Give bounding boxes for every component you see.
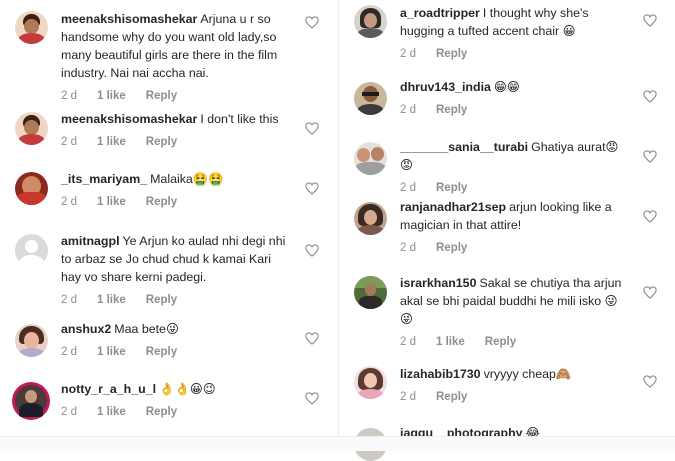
- heart-outline-icon[interactable]: [305, 16, 319, 29]
- heart-outline-icon[interactable]: [643, 14, 657, 27]
- comment-username[interactable]: _______sania__turabi: [400, 140, 528, 154]
- reply-button[interactable]: Reply: [146, 133, 177, 151]
- like-count[interactable]: 1 like: [97, 87, 126, 105]
- heart-outline-icon[interactable]: [305, 392, 319, 405]
- comment-meta: 2 d Reply: [400, 388, 630, 406]
- avatar[interactable]: [354, 142, 387, 175]
- bottom-bar: [0, 436, 675, 451]
- reply-button[interactable]: Reply: [146, 403, 177, 421]
- comments-column-left: meenakshisomashekar Arjuna u r so handsom…: [0, 0, 338, 450]
- comment-username[interactable]: ranjanadhar21sep: [400, 200, 506, 214]
- comment-username[interactable]: notty_r_a_h_u_l: [61, 382, 156, 396]
- like-count[interactable]: 1 like: [97, 133, 126, 151]
- avatar[interactable]: [354, 202, 387, 235]
- comment-meta: 2 d Reply: [400, 239, 630, 257]
- reply-button[interactable]: Reply: [146, 193, 177, 211]
- comment-meta: 2 d 1 like Reply: [61, 343, 292, 361]
- comment-username[interactable]: dhruv143_india: [400, 80, 491, 94]
- avatar[interactable]: [15, 172, 48, 205]
- comment-meta: 2 d Reply: [400, 101, 630, 119]
- comment-text: vryyyy cheap🙈: [483, 367, 572, 381]
- reply-button[interactable]: Reply: [436, 45, 467, 63]
- comment-meta: 2 d 1 like Reply: [61, 291, 292, 309]
- comment-text: 😁😁: [493, 80, 520, 94]
- comments-column-right: a_roadtripper I thought why she's hugging…: [338, 0, 675, 461]
- heart-outline-icon[interactable]: [305, 122, 319, 135]
- comment-meta: 2 d 1 like Reply: [400, 333, 630, 351]
- avatar[interactable]: [354, 82, 387, 115]
- comment-time: 2 d: [61, 294, 77, 306]
- reply-button[interactable]: Reply: [146, 87, 177, 105]
- comment-meta: 2 d Reply: [400, 45, 630, 63]
- comment-time: 2 d: [400, 48, 416, 60]
- comment-username[interactable]: _its_mariyam_: [61, 172, 147, 186]
- comment-username[interactable]: a_roadtripper: [400, 6, 480, 20]
- comment-text: 👌👌😀😉: [159, 382, 216, 396]
- comment-time: 2 d: [61, 90, 77, 102]
- avatar[interactable]: [15, 11, 48, 44]
- reply-button[interactable]: Reply: [485, 333, 516, 351]
- heart-outline-icon[interactable]: [643, 375, 657, 388]
- comment-time: 2 d: [61, 406, 77, 418]
- avatar[interactable]: [354, 366, 387, 399]
- avatar[interactable]: [354, 276, 387, 309]
- comment-time: 2 d: [61, 346, 77, 358]
- comment-time: 2 d: [400, 336, 416, 348]
- comment-time: 2 d: [61, 196, 77, 208]
- comment-meta: 2 d 1 like Reply: [61, 133, 292, 151]
- reply-button[interactable]: Reply: [436, 101, 467, 119]
- reply-button[interactable]: Reply: [436, 179, 467, 197]
- comment-username[interactable]: lizahabib1730: [400, 367, 481, 381]
- comment-username[interactable]: israrkhan150: [400, 276, 476, 290]
- heart-outline-icon[interactable]: [305, 332, 319, 345]
- reply-button[interactable]: Reply: [436, 239, 467, 257]
- comment-text: I don't like this: [200, 112, 279, 126]
- comment-meta: 2 d Reply: [400, 179, 630, 197]
- avatar[interactable]: [354, 5, 387, 38]
- heart-outline-icon[interactable]: [643, 286, 657, 299]
- comment-username[interactable]: meenakshisomashekar: [61, 12, 197, 26]
- like-count[interactable]: 1 like: [97, 291, 126, 309]
- heart-outline-icon[interactable]: [643, 150, 657, 163]
- avatar[interactable]: [15, 234, 48, 267]
- avatar[interactable]: [12, 382, 50, 420]
- avatar[interactable]: [15, 112, 48, 145]
- like-count[interactable]: 1 like: [97, 193, 126, 211]
- comment-time: 2 d: [400, 242, 416, 254]
- comment-text: Malaika🤮🤮: [150, 172, 224, 186]
- comment-time: 2 d: [400, 182, 416, 194]
- comment-username[interactable]: meenakshisomashekar: [61, 112, 197, 126]
- heart-outline-icon[interactable]: [305, 244, 319, 257]
- heart-outline-icon[interactable]: [305, 182, 319, 195]
- reply-button[interactable]: Reply: [146, 291, 177, 309]
- reply-button[interactable]: Reply: [436, 388, 467, 406]
- comment-username[interactable]: anshux2: [61, 322, 111, 336]
- heart-outline-icon[interactable]: [643, 210, 657, 223]
- comment-text: Maa bete😜: [114, 322, 179, 336]
- like-count[interactable]: 1 like: [97, 403, 126, 421]
- like-count[interactable]: 1 like: [97, 343, 126, 361]
- like-count[interactable]: 1 like: [436, 333, 465, 351]
- avatar[interactable]: [15, 324, 48, 357]
- comment-time: 2 d: [61, 136, 77, 148]
- comment-meta: 2 d 1 like Reply: [61, 87, 292, 105]
- comment-time: 2 d: [400, 391, 416, 403]
- comment-time: 2 d: [400, 104, 416, 116]
- reply-button[interactable]: Reply: [146, 343, 177, 361]
- comment-meta: 2 d 1 like Reply: [61, 193, 292, 211]
- heart-outline-icon[interactable]: [643, 90, 657, 103]
- comment-username[interactable]: amitnagpl: [61, 234, 120, 248]
- comment-meta: 2 d 1 like Reply: [61, 403, 292, 421]
